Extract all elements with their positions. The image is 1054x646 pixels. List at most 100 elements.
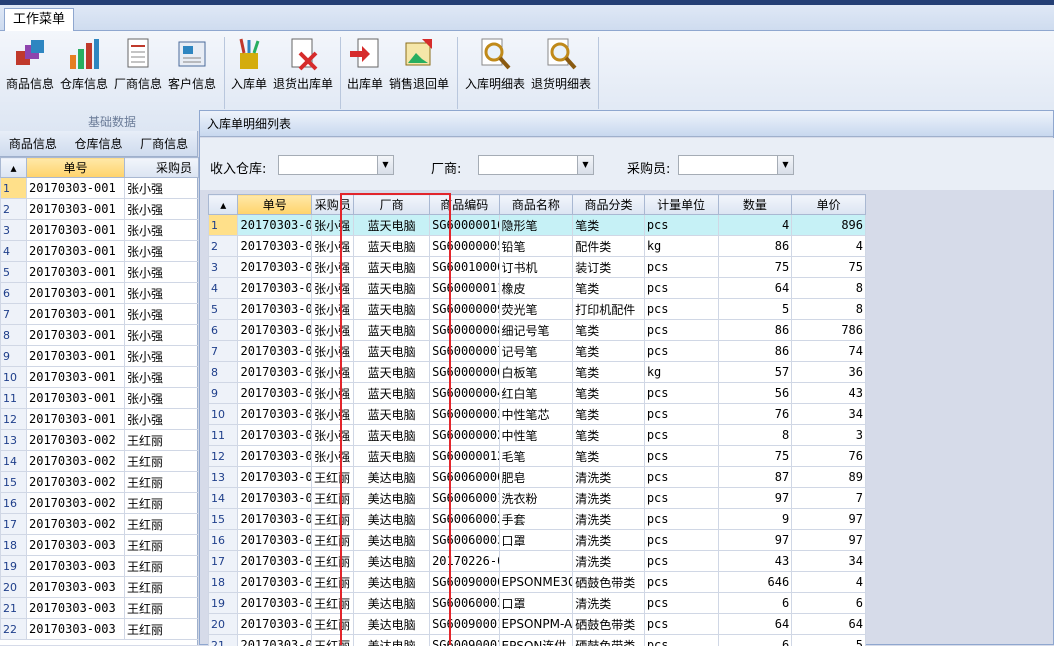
- cell-buyer[interactable]: 王红丽: [125, 430, 199, 451]
- goods-info-button[interactable]: 商品信息: [6, 37, 54, 92]
- table-row[interactable]: 920170303-001张小强: [1, 346, 199, 367]
- cell-goods-category[interactable]: 装订类: [573, 257, 645, 278]
- cell-order-no[interactable]: 20170303-002: [27, 451, 125, 472]
- return-detail-button[interactable]: 退货明细表: [531, 37, 591, 92]
- cell-quantity[interactable]: 86: [718, 236, 792, 257]
- cell-vendor[interactable]: 蓝天电脑: [354, 215, 430, 236]
- cell-order-no[interactable]: 20170303-002: [27, 493, 125, 514]
- cell-goods-category[interactable]: 笔类: [573, 404, 645, 425]
- cell-goods-name[interactable]: 隐形笔: [499, 215, 573, 236]
- cell-goods-category[interactable]: 硒鼓色带类: [573, 614, 645, 635]
- cell-unit[interactable]: pcs: [644, 551, 718, 572]
- cell-order-no[interactable]: 20170303-001: [27, 241, 125, 262]
- cell-order-no[interactable]: 20170303-0: [238, 488, 312, 509]
- cell-order-no[interactable]: 20170303-001: [27, 304, 125, 325]
- cell-price[interactable]: 64: [792, 614, 866, 635]
- cell-vendor[interactable]: 蓝天电脑: [354, 257, 430, 278]
- cell-goods-code[interactable]: SG60000005: [430, 236, 499, 257]
- cell-order-no[interactable]: 20170303-0: [238, 341, 312, 362]
- column-header-goods-name[interactable]: 商品名称: [499, 195, 573, 215]
- cell-goods-category[interactable]: 硒鼓色带类: [573, 635, 645, 646]
- table-row[interactable]: 1120170303-0张小强蓝天电脑SG60000002中性笔笔类pcs83: [209, 425, 866, 446]
- cell-goods-code[interactable]: SG60010000: [430, 257, 499, 278]
- cell-buyer[interactable]: 张小强: [125, 241, 199, 262]
- cell-vendor[interactable]: 美达电脑: [354, 593, 430, 614]
- cell-order-no[interactable]: 20170303-0: [238, 362, 312, 383]
- cell-unit[interactable]: pcs: [644, 215, 718, 236]
- cell-quantity[interactable]: 8: [718, 425, 792, 446]
- inbound-detail-grid[interactable]: ▴ 单号采购员厂商商品编码商品名称商品分类计量单位数量单价 120170303-…: [208, 194, 866, 646]
- cell-order-no[interactable]: 20170303-003: [27, 598, 125, 619]
- cell-goods-name[interactable]: 细记号笔: [499, 320, 573, 341]
- column-header-buyer[interactable]: 采购员: [125, 158, 199, 178]
- cell-order-no[interactable]: 20170303-002: [27, 472, 125, 493]
- cell-quantity[interactable]: 87: [718, 467, 792, 488]
- vendor-combo[interactable]: ▼: [478, 155, 594, 175]
- cell-order-no[interactable]: 20170303-0: [238, 257, 312, 278]
- cell-buyer[interactable]: 张小强: [312, 425, 354, 446]
- cell-buyer[interactable]: 张小强: [312, 341, 354, 362]
- cell-order-no[interactable]: 20170303-0: [238, 551, 312, 572]
- cell-price[interactable]: 6: [792, 593, 866, 614]
- cell-vendor[interactable]: 美达电脑: [354, 488, 430, 509]
- cell-goods-name[interactable]: 口罩: [499, 593, 573, 614]
- cell-order-no[interactable]: 20170303-003: [27, 619, 125, 640]
- cell-order-no[interactable]: 20170303-001: [27, 262, 125, 283]
- cell-goods-name[interactable]: 记号笔: [499, 341, 573, 362]
- table-row[interactable]: 2220170303-003王红丽: [1, 619, 199, 640]
- cell-order-no[interactable]: 20170303-0: [238, 236, 312, 257]
- table-row[interactable]: 120170303-001张小强: [1, 178, 199, 199]
- cell-goods-category[interactable]: 清洗类: [573, 551, 645, 572]
- column-header-price[interactable]: 单价: [792, 195, 866, 215]
- cell-goods-code[interactable]: SG60060003: [430, 593, 499, 614]
- inbound-order-button[interactable]: 入库单: [231, 37, 267, 92]
- cell-buyer[interactable]: 王红丽: [125, 577, 199, 598]
- cell-price[interactable]: 34: [792, 551, 866, 572]
- inbound-detail-button[interactable]: 入库明细表: [465, 37, 525, 92]
- cell-unit[interactable]: pcs: [644, 320, 718, 341]
- cell-buyer[interactable]: 张小强: [312, 446, 354, 467]
- cell-buyer[interactable]: 张小强: [125, 262, 199, 283]
- cell-goods-code[interactable]: SG60000002: [430, 425, 499, 446]
- chevron-down-icon[interactable]: ▼: [777, 156, 793, 174]
- cell-buyer[interactable]: 王红丽: [125, 598, 199, 619]
- chevron-down-icon[interactable]: ▼: [577, 156, 593, 174]
- cell-price[interactable]: 5: [792, 635, 866, 646]
- column-header-buyer[interactable]: 采购员: [312, 195, 354, 215]
- cell-goods-name[interactable]: 白板笔: [499, 362, 573, 383]
- cell-order-no[interactable]: 20170303-0: [238, 467, 312, 488]
- cell-quantity[interactable]: 4: [718, 215, 792, 236]
- cell-goods-category[interactable]: 笔类: [573, 341, 645, 362]
- cell-quantity[interactable]: 75: [718, 446, 792, 467]
- cell-goods-name[interactable]: 荧光笔: [499, 299, 573, 320]
- cell-goods-code[interactable]: SG60000008: [430, 320, 499, 341]
- cell-unit[interactable]: pcs: [644, 383, 718, 404]
- cell-unit[interactable]: kg: [644, 362, 718, 383]
- vendor-info-button[interactable]: 厂商信息: [114, 37, 162, 92]
- cell-buyer[interactable]: 王红丽: [312, 593, 354, 614]
- cell-quantity[interactable]: 43: [718, 551, 792, 572]
- cell-unit[interactable]: pcs: [644, 635, 718, 646]
- cell-vendor[interactable]: 蓝天电脑: [354, 278, 430, 299]
- cell-goods-category[interactable]: 笔类: [573, 446, 645, 467]
- cell-quantity[interactable]: 64: [718, 614, 792, 635]
- column-header-quantity[interactable]: 数量: [718, 195, 792, 215]
- cell-buyer[interactable]: 张小强: [312, 278, 354, 299]
- cell-goods-name[interactable]: 毛笔: [499, 446, 573, 467]
- table-row[interactable]: 1820170303-0王红丽美达电脑SG60090000EPSONME30硒鼓…: [209, 572, 866, 593]
- table-row[interactable]: 1020170303-001张小强: [1, 367, 199, 388]
- cell-goods-code[interactable]: SG60000011: [430, 278, 499, 299]
- cell-price[interactable]: 74: [792, 341, 866, 362]
- cell-quantity[interactable]: 86: [718, 341, 792, 362]
- cell-quantity[interactable]: 56: [718, 383, 792, 404]
- table-row[interactable]: 720170303-0张小强蓝天电脑SG60000007记号笔笔类pcs8674: [209, 341, 866, 362]
- cell-quantity[interactable]: 86: [718, 320, 792, 341]
- left-tab-warehouse[interactable]: 仓库信息: [66, 131, 132, 156]
- table-row[interactable]: 2120170303-003王红丽: [1, 598, 199, 619]
- cell-goods-code[interactable]: SG60000003: [430, 404, 499, 425]
- column-header-goods-code[interactable]: 商品编码: [430, 195, 499, 215]
- cell-price[interactable]: 34: [792, 404, 866, 425]
- cell-vendor[interactable]: 蓝天电脑: [354, 383, 430, 404]
- cell-order-no[interactable]: 20170303-0: [238, 572, 312, 593]
- cell-buyer[interactable]: 王红丽: [312, 509, 354, 530]
